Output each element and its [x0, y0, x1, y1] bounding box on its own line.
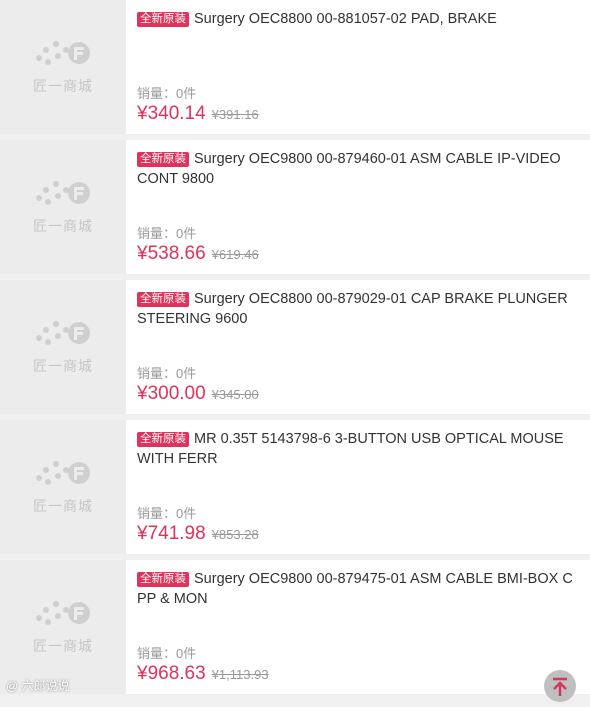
sales-label: 销量： [137, 226, 177, 241]
product-thumbnail[interactable]: 匠一商城 [0, 0, 126, 134]
back-to-top-button[interactable] [544, 670, 576, 702]
price-row: ¥538.66 ¥619.46 [137, 243, 259, 265]
store-logo-text: 匠一商城 [33, 78, 93, 94]
product-card[interactable]: 匠一商城 全新原装 Surgery OEC8800 00-881057-02 PA… [0, 0, 590, 134]
price-row: ¥968.63 ¥1,113.93 [137, 663, 269, 685]
product-thumbnail[interactable]: 匠一商城 [0, 420, 126, 554]
store-logo-icon [36, 601, 90, 625]
sales-value: 0件 [176, 226, 197, 241]
product-thumbnail[interactable]: 匠一商城 [0, 140, 126, 274]
sales-label: 销量： [137, 366, 177, 381]
product-info: 全新原装 Surgery OEC8800 00-881057-02 PAD, BR… [137, 9, 576, 131]
store-logo-text: 匠一商城 [33, 218, 93, 234]
price-row: ¥340.14 ¥391.16 [137, 103, 259, 125]
brand-new-tag: 全新原装 [137, 292, 189, 307]
product-card[interactable]: 匠一商城 全新原装 Surgery OEC9800 00-879460-01 AS… [0, 140, 590, 274]
original-price: ¥391.16 [211, 107, 259, 122]
watermark-text: @ 六郎说说 [6, 679, 70, 693]
sale-price: ¥538.66 [137, 243, 206, 264]
product-title-text: Surgery OEC8800 00-879029-01 CAP BRAKE P… [137, 291, 568, 327]
sales-label: 销量： [137, 506, 177, 521]
sales-value: 0件 [176, 86, 197, 101]
price-row: ¥741.98 ¥853.28 [137, 523, 259, 545]
brand-new-tag: 全新原装 [137, 432, 189, 447]
sales-value: 0件 [176, 646, 197, 661]
product-title[interactable]: 全新原装 Surgery OEC9800 00-879460-01 ASM CAB… [137, 149, 576, 189]
original-price: ¥853.28 [211, 527, 259, 542]
sales-count: 销量：0件 [137, 223, 196, 242]
product-title-text: Surgery OEC9800 00-879460-01 ASM CABLE I… [137, 151, 561, 187]
product-title[interactable]: 全新原装 Surgery OEC9800 00-879475-01 ASM CAB… [137, 569, 576, 609]
price-row: ¥300.00 ¥345.00 [137, 383, 259, 405]
store-logo-icon [36, 321, 90, 345]
store-logo-icon [36, 41, 90, 65]
product-info: 全新原装 Surgery OEC9800 00-879460-01 ASM CAB… [137, 149, 576, 271]
brand-new-tag: 全新原装 [137, 12, 189, 27]
store-logo-icon [36, 181, 90, 205]
store-logo-text: 匠一商城 [33, 638, 93, 654]
product-thumbnail[interactable]: 匠一商城 [0, 560, 126, 694]
original-price: ¥345.00 [211, 387, 259, 402]
sales-label: 销量： [137, 646, 177, 661]
sales-count: 销量：0件 [137, 503, 196, 522]
product-card[interactable]: 匠一商城 全新原装 MR 0.35T 5143798-6 3-BUTTON USB… [0, 420, 590, 554]
sale-price: ¥300.00 [137, 383, 206, 404]
product-title[interactable]: 全新原装 Surgery OEC8800 00-881057-02 PAD, BR… [137, 9, 576, 29]
product-title-text: Surgery OEC8800 00-881057-02 PAD, BRAKE [194, 11, 497, 27]
product-info: 全新原装 Surgery OEC9800 00-879475-01 ASM CAB… [137, 569, 576, 691]
sales-count: 销量：0件 [137, 83, 196, 102]
sales-value: 0件 [176, 366, 197, 381]
sales-count: 销量：0件 [137, 643, 196, 662]
sale-price: ¥340.14 [137, 103, 206, 124]
sales-label: 销量： [137, 86, 177, 101]
original-price: ¥1,113.93 [211, 667, 269, 682]
arrow-up-to-top-icon [553, 677, 567, 696]
sales-count: 销量：0件 [137, 363, 196, 382]
product-card[interactable]: 匠一商城 全新原装 Surgery OEC8800 00-879029-01 CA… [0, 280, 590, 414]
sales-value: 0件 [176, 506, 197, 521]
original-price: ¥619.46 [211, 247, 259, 262]
product-thumbnail[interactable]: 匠一商城 [0, 280, 126, 414]
sale-price: ¥968.63 [137, 663, 206, 684]
product-title-text: MR 0.35T 5143798-6 3-BUTTON USB OPTICAL … [137, 431, 564, 467]
product-title-text: Surgery OEC9800 00-879475-01 ASM CABLE B… [137, 571, 573, 607]
product-card[interactable]: 匠一商城 全新原装 Surgery OEC9800 00-879475-01 AS… [0, 560, 590, 694]
product-info: 全新原装 MR 0.35T 5143798-6 3-BUTTON USB OPTI… [137, 429, 576, 551]
store-logo-icon [36, 461, 90, 485]
brand-new-tag: 全新原装 [137, 572, 189, 587]
store-logo-text: 匠一商城 [33, 358, 93, 374]
product-title[interactable]: 全新原装 MR 0.35T 5143798-6 3-BUTTON USB OPTI… [137, 429, 576, 469]
sale-price: ¥741.98 [137, 523, 206, 544]
store-logo-text: 匠一商城 [33, 498, 93, 514]
product-title[interactable]: 全新原装 Surgery OEC8800 00-879029-01 CAP BRA… [137, 289, 576, 329]
product-info: 全新原装 Surgery OEC8800 00-879029-01 CAP BRA… [137, 289, 576, 411]
brand-new-tag: 全新原装 [137, 152, 189, 167]
